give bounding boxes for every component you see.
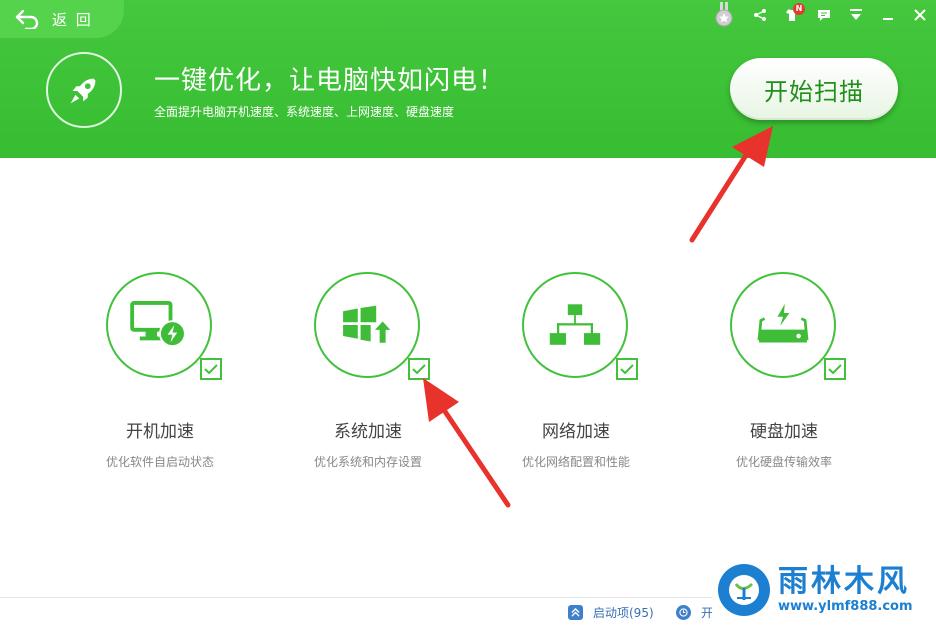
footer-second-link[interactable]: 开 [676, 604, 713, 621]
back-button[interactable]: 返 回 [0, 0, 124, 38]
startup-items-link[interactable]: 启动项(95) [568, 604, 654, 621]
card-disk-speedup: 硬盘加速 优化硬盘传输效率 [684, 272, 884, 472]
minimize-icon [883, 18, 893, 20]
medal-icon [715, 2, 733, 27]
minimize-button[interactable] [872, 1, 904, 29]
card-description: 优化硬盘传输效率 [735, 455, 832, 469]
card-network-speedup: 网络加速 优化网络配置和性能 [476, 272, 676, 472]
feedback-button[interactable] [808, 1, 840, 29]
system-speedup-button[interactable] [314, 272, 420, 378]
skin-button[interactable]: N [776, 1, 808, 29]
page-subline: 全面提升电脑开机速度、系统速度、上网速度、硬盘速度 [154, 105, 455, 119]
check-icon [412, 364, 426, 375]
menu-dropdown-icon [850, 9, 862, 20]
notification-badge: N [793, 3, 805, 15]
watermark-url: www.ylmf888.com [778, 599, 913, 614]
back-arrow-icon [15, 9, 39, 29]
share-icon [754, 9, 766, 21]
check-icon [204, 364, 218, 375]
header-banner: 返 回 N 一键优化，让电脑快如闪电！ 全面提升电脑开机速度、系统速度、上网速度… [0, 0, 936, 158]
card-title: 硬盘加速 [750, 422, 818, 442]
card-title: 开机加速 [126, 422, 194, 442]
chevron-up-icon [568, 605, 583, 620]
menu-button[interactable] [840, 1, 872, 29]
close-icon [914, 9, 926, 21]
card-description: 优化系统和内存设置 [313, 455, 422, 469]
disk-speedup-button[interactable] [730, 272, 836, 378]
card-title: 网络加速 [542, 422, 610, 442]
check-icon [828, 364, 842, 375]
back-label: 返 回 [52, 10, 93, 29]
card-title: 系统加速 [334, 422, 402, 442]
message-icon [818, 10, 830, 21]
card-system-speedup: 系统加速 优化系统和内存设置 [268, 272, 468, 472]
card-description: 优化软件自启动状态 [105, 455, 214, 469]
check-icon [620, 364, 634, 375]
network-icon [549, 304, 601, 345]
harddisk-bolt-icon [757, 303, 809, 343]
system-speedup-checkbox[interactable] [408, 358, 430, 380]
windows-up-icon [343, 305, 394, 345]
rocket-badge [46, 52, 122, 128]
clock-icon [676, 605, 691, 620]
network-speedup-button[interactable] [522, 272, 628, 378]
disk-speedup-checkbox[interactable] [824, 358, 846, 380]
boot-speedup-button[interactable] [106, 272, 212, 378]
card-boot-speedup: 开机加速 优化软件自启动状态 [60, 272, 260, 472]
watermark-brand: 雨林木风 [778, 564, 910, 599]
share-button[interactable] [744, 1, 776, 29]
watermark: 雨林木风 www.ylmf888.com [712, 554, 936, 626]
close-button[interactable] [904, 1, 936, 29]
startup-items-label: 启动项(95) [593, 606, 654, 620]
start-scan-button[interactable]: 开始扫描 [730, 58, 898, 120]
watermark-logo-icon [718, 564, 770, 616]
rocket-icon [70, 78, 96, 104]
boot-speedup-checkbox[interactable] [200, 358, 222, 380]
window-controls: N [704, 0, 936, 30]
card-description: 优化网络配置和性能 [521, 455, 630, 469]
page-headline: 一键优化，让电脑快如闪电！ [154, 66, 506, 96]
network-speedup-checkbox[interactable] [616, 358, 638, 380]
medal-button[interactable] [704, 1, 744, 29]
monitor-bolt-icon [130, 301, 186, 348]
